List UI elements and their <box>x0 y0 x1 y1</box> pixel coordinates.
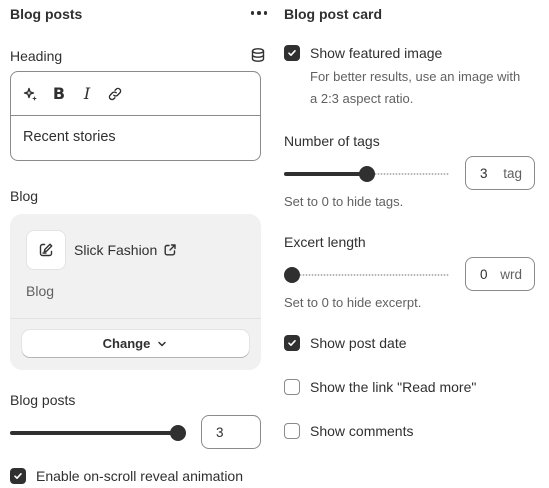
blog-picker-card: Slick Fashion Blog Change <box>10 214 261 370</box>
featured-image-help-line-1: For better results, use an image with <box>310 69 521 84</box>
blog-posts-slider[interactable] <box>10 425 186 441</box>
number-of-tags-input[interactable]: 3 tag <box>465 156 535 190</box>
reveal-animation-checkbox[interactable] <box>10 468 26 484</box>
excerpt-length-unit: wrd <box>500 266 522 282</box>
link-icon[interactable] <box>107 85 123 103</box>
show-comments-checkbox[interactable] <box>284 423 300 439</box>
blog-edit-icon <box>39 243 53 257</box>
blog-link[interactable]: Slick Fashion <box>74 242 177 258</box>
database-icon[interactable] <box>250 47 266 63</box>
blog-posts-count-value: 3 <box>216 424 224 440</box>
excerpt-length-input[interactable]: 0 wrd <box>465 257 535 291</box>
more-options-button[interactable] <box>248 6 270 20</box>
excerpt-length-value: 0 <box>480 266 488 282</box>
blog-subtitle: Blog <box>26 283 55 299</box>
magic-sparkle-icon[interactable] <box>23 85 39 103</box>
blog-thumbnail <box>26 230 66 270</box>
checkmark-icon <box>14 473 22 479</box>
card-divider <box>10 318 261 319</box>
checkmark-icon <box>288 50 296 56</box>
italic-icon[interactable]: I <box>79 84 95 103</box>
show-comments-label[interactable]: Show comments <box>310 423 413 439</box>
show-post-date-checkbox[interactable] <box>284 335 300 351</box>
excerpt-length-help: Set to 0 to hide excerpt. <box>284 295 422 310</box>
number-of-tags-unit: tag <box>503 165 522 181</box>
number-of-tags-slider[interactable] <box>284 166 449 182</box>
external-link-icon <box>164 244 176 256</box>
show-post-date-label[interactable]: Show post date <box>310 335 407 351</box>
blog-name: Slick Fashion <box>74 242 158 258</box>
excerpt-length-label: Excert length <box>284 234 366 250</box>
show-featured-image-label[interactable]: Show featured image <box>310 45 442 61</box>
slider-fill <box>10 431 178 435</box>
slider-track <box>284 274 449 276</box>
editor-toolbar: B I <box>11 72 260 116</box>
slider-thumb[interactable] <box>170 425 186 441</box>
show-read-more-label[interactable]: Show the link "Read more" <box>310 379 476 395</box>
checkmark-icon <box>288 340 296 346</box>
chevron-down-icon <box>158 341 167 346</box>
number-of-tags-help: Set to 0 to hide tags. <box>284 194 404 209</box>
slider-thumb[interactable] <box>359 166 375 182</box>
number-of-tags-label: Number of tags <box>284 133 380 149</box>
bold-icon[interactable]: B <box>51 84 67 103</box>
show-read-more-checkbox[interactable] <box>284 379 300 395</box>
section-title: Blog post card <box>284 6 383 22</box>
reveal-animation-label[interactable]: Enable on-scroll reveal animation <box>36 468 243 484</box>
excerpt-length-slider[interactable] <box>284 267 449 283</box>
slider-fill <box>284 172 368 176</box>
heading-rich-text-editor[interactable]: B I Recent stories <box>10 71 261 161</box>
show-featured-image-checkbox[interactable] <box>284 45 300 61</box>
blog-label: Blog <box>10 188 39 204</box>
section-title: Blog posts <box>10 6 83 22</box>
slider-thumb[interactable] <box>284 267 300 283</box>
more-horizontal-icon <box>250 11 255 15</box>
heading-editor-content[interactable]: Recent stories <box>11 116 260 158</box>
change-blog-button[interactable]: Change <box>22 330 249 357</box>
heading-label: Heading <box>10 48 63 64</box>
number-of-tags-value: 3 <box>480 165 488 181</box>
featured-image-help-line-2: a 2:3 aspect ratio. <box>310 91 414 106</box>
blog-posts-count-input[interactable]: 3 <box>201 415 261 449</box>
blog-posts-count-label: Blog posts <box>10 392 76 408</box>
change-button-label: Change <box>102 336 151 351</box>
